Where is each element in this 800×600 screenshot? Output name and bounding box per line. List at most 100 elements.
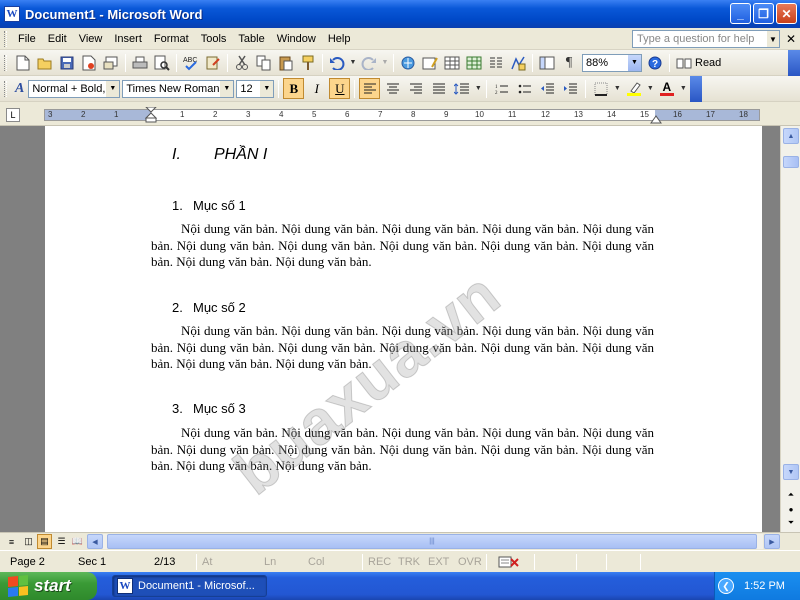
- copy-icon[interactable]: [254, 53, 274, 73]
- read-button[interactable]: Read: [673, 57, 724, 69]
- toolbar-options-icon[interactable]: [690, 76, 702, 102]
- browse-object-icon[interactable]: ●: [783, 502, 799, 516]
- align-right-button[interactable]: [405, 78, 426, 99]
- bullets-button[interactable]: [514, 78, 535, 99]
- new-document-icon[interactable]: [13, 53, 33, 73]
- redo-dropdown-icon[interactable]: ▼: [381, 53, 389, 73]
- start-button[interactable]: start: [0, 572, 97, 600]
- line-spacing-dropdown-icon[interactable]: ▼: [474, 79, 482, 99]
- normal-view-icon[interactable]: ≡: [4, 534, 19, 549]
- close-button[interactable]: ✕: [776, 3, 797, 24]
- outline-view-icon[interactable]: ☰: [54, 534, 69, 549]
- print-icon[interactable]: [130, 53, 150, 73]
- help-icon[interactable]: ?: [645, 53, 665, 73]
- toolbar-grip[interactable]: [4, 54, 7, 71]
- reading-layout-icon[interactable]: 📖: [70, 534, 85, 549]
- menu-view[interactable]: View: [73, 31, 109, 47]
- style-select[interactable]: Normal + Bold, ▼: [28, 79, 121, 98]
- tab-selector[interactable]: L: [6, 108, 20, 122]
- insert-excel-icon[interactable]: [464, 53, 484, 73]
- insert-table-icon[interactable]: [442, 53, 462, 73]
- format-painter-icon[interactable]: [298, 53, 318, 73]
- previous-page-icon[interactable]: ⏶: [783, 488, 799, 502]
- cut-icon[interactable]: [232, 53, 252, 73]
- next-page-icon[interactable]: ⏷: [783, 516, 799, 530]
- menu-help[interactable]: Help: [322, 31, 357, 47]
- scroll-left-icon[interactable]: ◀: [87, 534, 103, 549]
- chevron-down-icon[interactable]: ▼: [628, 54, 641, 71]
- columns-icon[interactable]: [486, 53, 506, 73]
- toolbar-grip[interactable]: [4, 80, 7, 97]
- help-search-input[interactable]: Type a question for help ▼: [632, 30, 780, 48]
- section-title[interactable]: 2. Mục số 2: [172, 300, 246, 315]
- highlight-dropdown-icon[interactable]: ▼: [646, 79, 654, 99]
- borders-dropdown-icon[interactable]: ▼: [613, 79, 621, 99]
- font-size-select[interactable]: 12 ▼: [236, 79, 275, 98]
- status-rec[interactable]: REC: [364, 554, 391, 570]
- numbering-button[interactable]: 12: [491, 78, 512, 99]
- scroll-up-icon[interactable]: ▲: [783, 128, 799, 144]
- menubar-grip[interactable]: [4, 30, 7, 47]
- align-left-button[interactable]: [359, 78, 381, 99]
- chevron-down-icon[interactable]: ▼: [260, 80, 274, 97]
- chevron-down-icon[interactable]: ▼: [106, 80, 120, 97]
- font-color-dropdown-icon[interactable]: ▼: [679, 79, 687, 99]
- status-trk[interactable]: TRK: [394, 554, 420, 570]
- permission-icon[interactable]: [79, 53, 99, 73]
- section-title[interactable]: 3. Mục số 3: [172, 401, 246, 416]
- italic-button[interactable]: I: [306, 78, 327, 99]
- underline-button[interactable]: U: [329, 78, 351, 99]
- chevron-down-icon[interactable]: ▼: [767, 31, 779, 47]
- font-color-button[interactable]: A: [656, 78, 677, 99]
- menu-insert[interactable]: Insert: [108, 31, 148, 47]
- justify-button[interactable]: [428, 78, 449, 99]
- vertical-scroll-thumb[interactable]: [783, 156, 799, 168]
- show-hide-icon[interactable]: ¶: [559, 53, 579, 73]
- increase-indent-button[interactable]: [560, 78, 581, 99]
- indent-marker-icon[interactable]: [145, 107, 157, 123]
- line-spacing-button[interactable]: [451, 78, 472, 99]
- web-layout-icon[interactable]: ◫: [21, 534, 36, 549]
- drawing-icon[interactable]: [508, 53, 528, 73]
- undo-icon[interactable]: [327, 53, 347, 73]
- scroll-right-icon[interactable]: ▶: [764, 534, 780, 549]
- section-paragraph[interactable]: Nội dung văn bản. Nội dung văn bản. Nội …: [151, 221, 654, 271]
- status-ovr[interactable]: OVR: [454, 554, 482, 570]
- styles-formatting-icon[interactable]: A: [15, 81, 24, 97]
- menu-window[interactable]: Window: [271, 31, 322, 47]
- horizontal-ruler[interactable]: 3 2 1 1 2 3 4 5 6 7 8 9 10 11 12 13 14 1…: [44, 107, 760, 124]
- menu-table[interactable]: Table: [232, 31, 270, 47]
- taskbar-item-word[interactable]: W Document1 - Microsof...: [112, 575, 267, 597]
- highlight-button[interactable]: [623, 78, 644, 99]
- section-title[interactable]: 1. Mục số 1: [172, 198, 246, 213]
- scroll-down-icon[interactable]: ▼: [783, 464, 799, 480]
- clock[interactable]: 1:52 PM: [744, 580, 785, 592]
- toolbar-options-icon[interactable]: [788, 50, 800, 76]
- menu-file[interactable]: File: [12, 31, 42, 47]
- document-heading[interactable]: I. PHẦN I: [172, 146, 267, 164]
- word-app-icon[interactable]: W: [4, 6, 20, 22]
- menu-tools[interactable]: Tools: [195, 31, 233, 47]
- redo-icon[interactable]: [359, 53, 379, 73]
- horizontal-scroll-thumb[interactable]: |||: [107, 534, 757, 549]
- chevron-down-icon[interactable]: ▼: [220, 80, 234, 97]
- menu-edit[interactable]: Edit: [42, 31, 73, 47]
- undo-dropdown-icon[interactable]: ▼: [349, 53, 357, 73]
- show-hidden-icons-icon[interactable]: ❮: [718, 578, 734, 594]
- tables-borders-icon[interactable]: [420, 53, 440, 73]
- document-map-icon[interactable]: [537, 53, 557, 73]
- email-icon[interactable]: [101, 53, 121, 73]
- font-select[interactable]: Times New Roman ▼: [122, 79, 235, 98]
- hyperlink-icon[interactable]: [398, 53, 418, 73]
- print-preview-icon[interactable]: [152, 53, 172, 73]
- save-icon[interactable]: [57, 53, 77, 73]
- research-icon[interactable]: [203, 53, 223, 73]
- restore-button[interactable]: ❐: [753, 3, 774, 24]
- paste-icon[interactable]: [276, 53, 296, 73]
- borders-button[interactable]: [590, 78, 611, 99]
- minimize-button[interactable]: _: [730, 3, 751, 24]
- vertical-scrollbar[interactable]: ▲ ▼ ⏶ ● ⏷: [780, 126, 800, 532]
- menu-format[interactable]: Format: [148, 31, 195, 47]
- spelling-status-icon[interactable]: [494, 554, 520, 570]
- right-indent-marker-icon[interactable]: [650, 114, 662, 124]
